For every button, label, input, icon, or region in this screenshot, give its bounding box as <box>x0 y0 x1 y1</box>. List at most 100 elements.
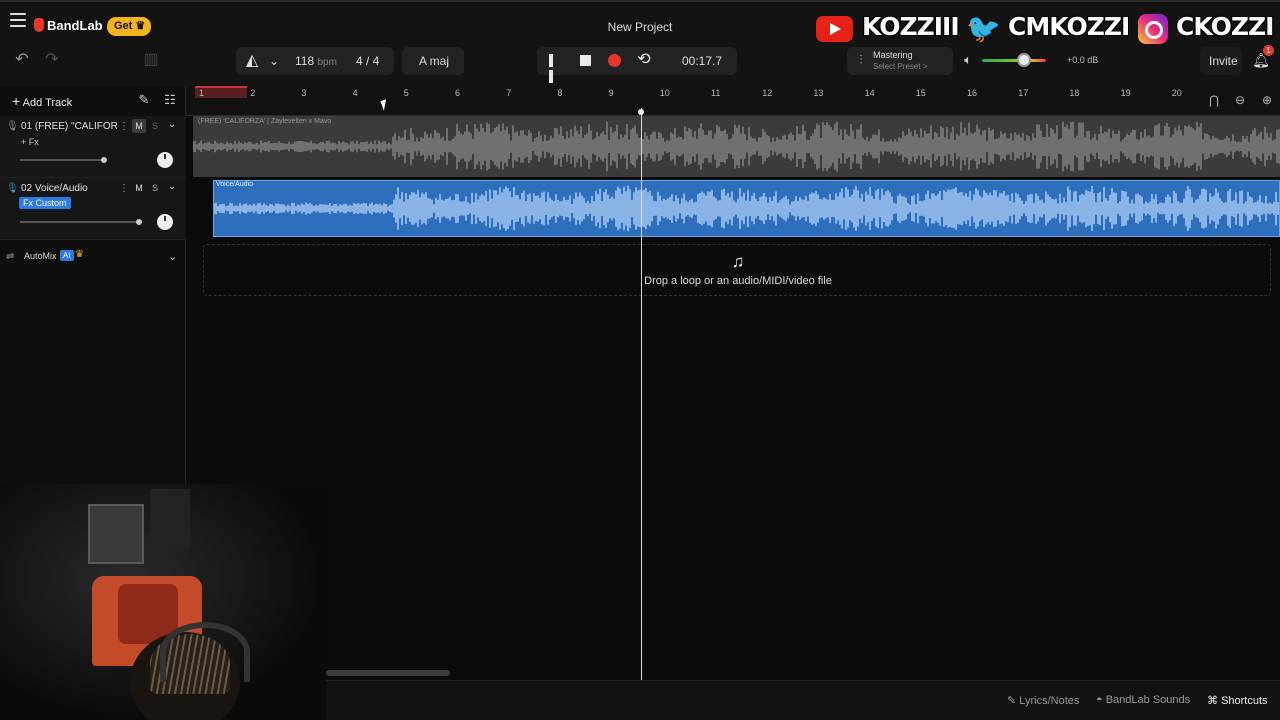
waveform-track-2 <box>213 185 1279 232</box>
chevron-down-icon[interactable]: ⌄ <box>168 181 176 192</box>
ruler-tick-8: 8 <box>557 88 563 98</box>
shortcuts-label: Shortcuts <box>1221 695 1268 707</box>
stop-icon[interactable] <box>580 55 591 66</box>
pencil-icon[interactable]: ✎ <box>132 88 156 112</box>
add-fx-button-1[interactable]: + Fx <box>21 137 39 147</box>
volume-fader-2[interactable] <box>20 221 140 223</box>
notification-badge: 1 <box>1263 45 1274 56</box>
ruler-tick-9: 9 <box>608 88 614 98</box>
solo-button-1[interactable]: S <box>148 119 162 133</box>
automix-label[interactable]: AutoMix <box>24 251 57 261</box>
chevron-down-icon[interactable]: ⌄ <box>168 119 176 130</box>
volume-fader-handle-2[interactable] <box>136 219 142 225</box>
mute-button-2[interactable]: M <box>132 181 146 195</box>
waveform-track-1 <box>192 121 1280 172</box>
region-label-1: (FREE) 'CALIFORZA' | Zaylevelten x Mavo <box>198 118 332 125</box>
invite-label: Invite <box>1209 54 1238 68</box>
volume-fader-1[interactable] <box>20 159 106 161</box>
bpm-control[interactable]: 118 bpm <box>295 54 337 68</box>
master-volume-knob[interactable] <box>1017 53 1031 67</box>
get-membership-button[interactable]: Get ♛ <box>107 17 151 36</box>
ruler-tick-1: 1 <box>199 88 205 98</box>
mastering-label: Mastering <box>873 50 913 60</box>
pencil-icon: ✎ <box>1007 695 1017 707</box>
chevron-down-icon[interactable]: ⌄ <box>168 250 177 263</box>
bandlab-logo[interactable]: BandLab <box>34 18 103 33</box>
zoom-in-icon[interactable]: ⊕ <box>1255 88 1279 112</box>
ruler-tick-19: 19 <box>1120 88 1131 98</box>
webcam-overlay <box>0 484 326 720</box>
instagram-handle: CKOZZI <box>1176 12 1274 41</box>
zoom-out-icon[interactable]: ⊖ <box>1228 88 1252 112</box>
track-settings-icon[interactable]: ☷ <box>158 88 182 112</box>
ruler-tick-5: 5 <box>403 88 409 98</box>
region-label-2: Voice/Audio <box>216 181 253 188</box>
add-track-label: Add Track <box>22 97 73 109</box>
youtube-icon <box>816 16 853 42</box>
waveform-path <box>213 185 1279 232</box>
track-menu-icon-1[interactable]: ⋮ <box>119 121 129 132</box>
audio-region-track-1[interactable] <box>192 116 1280 177</box>
ai-badge: AI <box>60 250 74 261</box>
playhead[interactable] <box>641 108 642 680</box>
ruler-tick-7: 7 <box>506 88 512 98</box>
microphone-icon: 🎙︎ <box>6 183 19 194</box>
volume-db: +0.0 dB <box>1067 55 1099 65</box>
get-button-label: Get <box>114 20 133 32</box>
ruler-tick-18: 18 <box>1069 88 1080 98</box>
plus-icon: + <box>12 93 21 109</box>
playhead-handle[interactable] <box>638 109 644 115</box>
instagram-icon <box>1138 14 1168 44</box>
time-signature[interactable]: 4 / 4 <box>356 54 379 68</box>
track-name-1[interactable]: 01 (FREE) "CALIFORZA" ... <box>21 121 117 132</box>
track-menu-icon-2[interactable]: ⋮ <box>119 183 129 194</box>
timeline-ruler[interactable] <box>186 86 1280 116</box>
ruler-tick-15: 15 <box>915 88 926 98</box>
twitter-icon: 🐦 <box>966 13 1001 44</box>
loop-icon[interactable]: ⟲ <box>632 48 656 72</box>
record-icon[interactable] <box>608 54 621 67</box>
mastering-preset: Select Preset > <box>873 62 928 71</box>
ruler-tick-17: 17 <box>1018 88 1029 98</box>
automix-icon: ⇌ <box>6 251 15 262</box>
ruler-tick-16: 16 <box>967 88 978 98</box>
metronome-icon[interactable]: ◭ <box>240 49 264 73</box>
chevron-down-icon[interactable]: ⌄ <box>262 49 286 73</box>
ruler-tick-3: 3 <box>301 88 307 98</box>
volume-fader-handle-1[interactable] <box>101 157 107 163</box>
pan-knob-2[interactable] <box>157 214 173 230</box>
twitter-handle: CMKOZZI <box>1008 12 1130 41</box>
hamburger-menu-icon[interactable] <box>10 13 26 27</box>
lyrics-label: Lyrics/Notes <box>1019 695 1080 707</box>
master-volume-slider[interactable] <box>982 59 1046 62</box>
shortcuts-button[interactable]: ⌘ Shortcuts <box>1207 694 1268 707</box>
horizontal-scrollbar[interactable] <box>326 670 450 676</box>
microphone-icon: 🎙︎ <box>6 121 19 132</box>
solo-button-2[interactable]: S <box>148 181 162 195</box>
music-note-add-icon: ♫ <box>731 252 745 271</box>
track-name-2[interactable]: 02 Voice/Audio <box>21 183 88 194</box>
ruler-tick-14: 14 <box>864 88 875 98</box>
ruler-tick-12: 12 <box>762 88 773 98</box>
undo-icon[interactable]: ↶ <box>10 48 34 72</box>
crown-icon: ♛ <box>135 20 146 32</box>
key-value: A maj <box>419 54 450 68</box>
add-track-button[interactable]: + Add Track <box>12 93 72 109</box>
magnet-icon[interactable]: ⋂ <box>1202 88 1226 112</box>
ruler-tick-2: 2 <box>250 88 256 98</box>
bandlab-sounds-button[interactable]: ◓ BandLab Sounds <box>1096 694 1190 706</box>
ruler-tick-4: 4 <box>352 88 358 98</box>
pause-icon[interactable] <box>549 54 561 83</box>
audio-region-track-2[interactable] <box>213 180 1280 237</box>
ruler-tick-6: 6 <box>455 88 461 98</box>
fx-custom-button-2[interactable]: Fx Custom <box>19 197 71 209</box>
pan-knob-1[interactable] <box>157 152 173 168</box>
webcam-shelf <box>150 489 190 549</box>
speaker-icon[interactable]: 🔈︎ <box>956 48 980 72</box>
redo-icon[interactable]: ↷ <box>40 48 64 72</box>
bpm-unit: bpm <box>317 57 337 68</box>
lyrics-notes-button[interactable]: ✎ Lyrics/Notes <box>1007 694 1079 707</box>
mixer-icon[interactable]: ▥ <box>139 48 163 72</box>
project-title[interactable]: New Project <box>560 20 720 34</box>
mute-button-1[interactable]: M <box>132 119 146 133</box>
